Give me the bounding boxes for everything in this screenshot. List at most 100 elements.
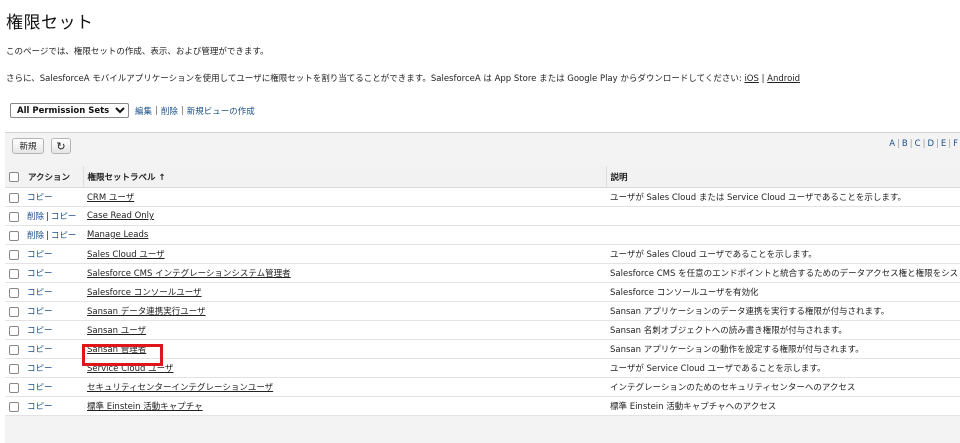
copy-link[interactable]: コピー [27, 307, 53, 317]
row-action-cell: コピー [5, 358, 83, 378]
delete-link[interactable]: 削除 [27, 212, 44, 222]
mobile-app-text: さらに、SalesforceA モバイルアプリケーションを使用してユーザに権限セ… [6, 74, 742, 84]
row-description: インテグレーションのためのセキュリティセンターへのアクセス [606, 377, 960, 397]
table-header-row: アクション 権限セットラベル ↑ 説明 [5, 166, 960, 188]
copy-link[interactable]: コピー [51, 231, 77, 241]
row-action-links: コピー [27, 307, 53, 317]
row-description: Sansan アプリケーションのデータ連携を実行する権限が付与されます。 [606, 301, 960, 321]
row-description: ユーザが Sales Cloud ユーザであることを示します。 [606, 244, 960, 264]
row-label-cell: CRM ユーザ [83, 187, 606, 207]
table-row: コピー セキュリティセンターインテグレーションユーザ インテグレーションのためのセキ… [5, 377, 960, 397]
row-label-cell: Manage Leads [83, 225, 606, 245]
permission-set-link[interactable]: 標準 Einstein 活動キャプチャ [87, 402, 203, 412]
row-checkbox[interactable] [9, 192, 19, 203]
action-separator: | [46, 231, 49, 241]
select-all-checkbox[interactable] [9, 172, 19, 182]
table-row: コピー 標準 Einstein 活動キャプチャ 標準 Einstein 活動キャプチ… [5, 396, 960, 416]
android-link[interactable]: Android [767, 74, 800, 84]
row-checkbox[interactable] [9, 344, 19, 355]
action-header-label: アクション [27, 172, 71, 183]
row-checkbox[interactable] [9, 268, 19, 279]
delete-view-link[interactable]: 削除 [161, 105, 178, 117]
row-action-links: コピー [27, 345, 53, 355]
permission-set-link[interactable]: CRM ユーザ [87, 193, 134, 203]
row-description [606, 225, 960, 245]
row-action-cell: コピー [5, 282, 83, 302]
copy-link[interactable]: コピー [27, 383, 53, 393]
permission-set-link[interactable]: Sansan ユーザ [87, 326, 146, 336]
row-label-cell: Salesforce コンソールユーザ [83, 282, 606, 302]
copy-link[interactable]: コピー [27, 250, 53, 260]
row-action-cell: コピー [5, 377, 83, 397]
copy-link[interactable]: コピー [51, 212, 77, 222]
row-checkbox[interactable] [9, 211, 19, 222]
row-description: Salesforce コンソールユーザを有効化 [606, 282, 960, 302]
table-row: 削除 | コピー Case Read Only [5, 206, 960, 226]
alphabet-separator: | [897, 139, 900, 149]
row-checkbox[interactable] [9, 363, 19, 374]
permission-set-link[interactable]: Case Read Only [87, 211, 154, 221]
row-action-cell: コピー [5, 263, 83, 283]
page-description: このページでは、権限セットの作成、表示、および管理ができます。 [6, 47, 269, 57]
permission-set-link[interactable]: Salesforce CMS インテグレーションシステム管理者 [87, 269, 291, 279]
alphabet-filter-a[interactable]: A [889, 139, 895, 149]
new-button[interactable]: 新規 [12, 138, 44, 154]
row-action-cell: 削除 | コピー [5, 225, 83, 245]
label-header[interactable]: 権限セットラベル ↑ [82, 166, 606, 188]
row-label-cell: 標準 Einstein 活動キャプチャ [83, 396, 606, 416]
permission-set-link[interactable]: Manage Leads [87, 230, 148, 240]
alphabet-filter-c[interactable]: C [915, 139, 921, 149]
table-row: コピー Sansan データ連携実行ユーザ Sansan アプリケーションのデータ連… [5, 301, 960, 321]
permission-set-table: アクション 権限セットラベル ↑ 説明 コピー CRM ユーザユーザが Sales… [5, 166, 960, 416]
copy-link[interactable]: コピー [27, 269, 53, 279]
copy-link[interactable]: コピー [27, 345, 53, 355]
row-action-links: コピー [27, 402, 53, 412]
copy-link[interactable]: コピー [27, 364, 53, 374]
refresh-button[interactable]: ↻ [51, 138, 71, 154]
permission-set-link[interactable]: Salesforce コンソールユーザ [87, 288, 202, 298]
row-label-cell: Sales Cloud ユーザ [83, 244, 606, 264]
row-action-links: コピー [27, 383, 53, 393]
alphabet-filter-b[interactable]: B [902, 139, 908, 149]
row-label-cell: セキュリティセンターインテグレーションユーザ [83, 377, 606, 397]
ios-link[interactable]: iOS [744, 74, 758, 84]
page-title: 権限セット [6, 13, 94, 33]
row-action-links: コピー [27, 288, 53, 298]
copy-link[interactable]: コピー [27, 193, 53, 203]
delete-link[interactable]: 削除 [27, 231, 44, 241]
row-action-cell: コピー [5, 320, 83, 340]
alphabet-separator: | [935, 139, 939, 149]
permission-set-link[interactable]: セキュリティセンターインテグレーションユーザ [87, 383, 273, 393]
row-checkbox[interactable] [9, 306, 19, 317]
permission-set-link[interactable]: Sansan データ連携実行ユーザ [87, 307, 206, 317]
row-label-cell: Salesforce CMS インテグレーションシステム管理者 [83, 263, 606, 283]
copy-link[interactable]: コピー [27, 402, 53, 412]
copy-link[interactable]: コピー [27, 288, 53, 298]
row-description: Sansan アプリケーションの動作を設定する権限が付与されます。 [606, 339, 960, 359]
row-checkbox[interactable] [9, 287, 19, 298]
row-checkbox[interactable] [9, 325, 19, 336]
permission-set-link[interactable]: Sales Cloud ユーザ [87, 250, 165, 260]
alphabet-filter-d[interactable]: D [927, 139, 934, 149]
new-view-link[interactable]: 新規ビューの作成 [187, 105, 255, 117]
row-action-links: コピー [27, 364, 53, 374]
alphabet-filter-e[interactable]: E [941, 139, 946, 149]
edit-view-link[interactable]: 編集 [135, 105, 152, 117]
alphabet-separator: | [922, 139, 926, 149]
row-action-links: 削除 | コピー [27, 212, 76, 222]
alphabet-separator: | [909, 139, 913, 149]
row-checkbox[interactable] [9, 382, 19, 393]
row-action-links: コピー [27, 193, 53, 203]
description-header[interactable]: 説明 [605, 166, 960, 188]
alphabet-filter-f[interactable]: F [953, 139, 958, 149]
row-checkbox[interactable] [9, 249, 19, 260]
row-checkbox[interactable] [9, 401, 19, 412]
link-separator: | [761, 74, 765, 84]
row-checkbox[interactable] [9, 230, 19, 241]
row-action-links: コピー [27, 269, 53, 279]
copy-link[interactable]: コピー [27, 326, 53, 336]
row-action-cell: コピー [5, 301, 83, 321]
table-row: コピー CRM ユーザ ユーザが Sales Cloud または Service C… [5, 187, 960, 207]
view-separator: | [180, 105, 184, 116]
view-select[interactable]: All Permission Sets [10, 103, 129, 118]
